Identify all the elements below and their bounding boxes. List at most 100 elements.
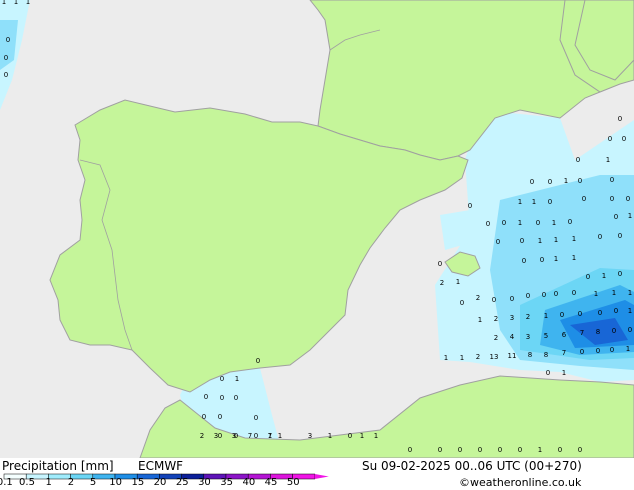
- legend-tick-label: 20: [153, 477, 167, 488]
- precipitation-value: 1: [460, 354, 464, 362]
- precipitation-value: 3: [214, 432, 218, 440]
- credit-text: ©weatheronline.co.uk: [459, 476, 582, 489]
- precipitation-value: 1: [572, 254, 576, 262]
- precipitation-value: 0: [254, 432, 258, 440]
- precipitation-value: 2: [494, 334, 498, 342]
- precipitation-value: 0: [218, 432, 222, 440]
- precipitation-value: 1: [628, 212, 632, 220]
- precipitation-value: 1: [538, 446, 542, 454]
- precipitation-value: 1: [544, 312, 548, 320]
- precipitation-value: 1: [628, 307, 632, 315]
- precipitation-value: 0: [598, 233, 602, 241]
- precipitation-value: 0: [510, 295, 514, 303]
- precipitation-value: 0: [530, 178, 534, 186]
- precipitation-value: 2: [440, 279, 444, 287]
- legend-tick-label: 10: [109, 477, 123, 488]
- precipitation-value: 3: [232, 432, 236, 440]
- precipitation-value: 4: [510, 333, 515, 341]
- legend-tick-label: 2: [67, 477, 75, 488]
- precipitation-value: 2: [200, 432, 204, 440]
- precipitation-value: 0: [540, 256, 544, 264]
- precipitation-value: 1: [554, 236, 558, 244]
- precipitation-value: 0: [612, 327, 616, 335]
- precipitation-value: 0: [526, 292, 530, 300]
- precipitation-value: 0: [518, 446, 522, 454]
- precipitation-value: 0: [522, 257, 526, 265]
- precipitation-value: 0: [536, 219, 540, 227]
- legend-tick-label: 1: [45, 477, 52, 488]
- precipitation-value: 7: [580, 329, 584, 337]
- precipitation-value: 1: [606, 156, 610, 164]
- precipitation-value: 0: [610, 195, 614, 203]
- precipitation-value: 1: [554, 255, 558, 263]
- precipitation-value: 1: [374, 432, 378, 440]
- precipitation-value: 0: [218, 413, 222, 421]
- precipitation-value: 0: [578, 310, 582, 318]
- product-title: Precipitation [mm]: [2, 459, 114, 473]
- precipitation-value: 8: [596, 328, 600, 336]
- precipitation-value: 0: [256, 357, 260, 365]
- precipitation-value: 0: [614, 307, 618, 315]
- precipitation-value: 0: [478, 446, 482, 454]
- precipitation-value: 0: [614, 213, 618, 221]
- precipitation-value: 0: [438, 446, 442, 454]
- legend-tick-label: 25: [175, 477, 189, 488]
- precipitation-value: 0: [468, 202, 472, 210]
- precipitation-value: 0: [202, 413, 206, 421]
- precipitation-value: 0: [554, 290, 558, 298]
- precipitation-value: 7: [248, 432, 252, 440]
- precipitation-value: 0: [618, 270, 622, 278]
- precipitation-value: 1: [518, 198, 522, 206]
- precipitation-value: 0: [578, 446, 582, 454]
- precipitation-value: 0: [608, 135, 612, 143]
- precipitation-value: 0: [348, 432, 352, 440]
- precipitation-value: 0: [204, 393, 208, 401]
- precipitation-value: 1: [518, 219, 522, 227]
- precipitation-value: 1: [564, 177, 568, 185]
- precipitation-value: 0: [622, 135, 626, 143]
- precipitation-value: 0: [408, 446, 412, 454]
- precipitation-value: 1: [235, 375, 239, 383]
- precipitation-value: 1: [602, 272, 606, 280]
- precipitation-value: 1: [594, 290, 598, 298]
- model-name: ECMWF: [138, 459, 184, 473]
- precipitation-value: 0: [234, 394, 238, 402]
- legend-tick-label: 15: [131, 477, 145, 488]
- legend-tick-label: 45: [264, 477, 278, 488]
- legend-tick-label: 5: [89, 477, 97, 488]
- precipitation-value: 0: [4, 54, 8, 62]
- footer-bar: Precipitation [mm] ECMWF Su 09-02-2025 0…: [0, 458, 634, 490]
- legend-ticks: 0.1 0.5 1 2 5 10 15 20 25 30 35 40 45 50: [0, 477, 340, 490]
- precipitation-value: 0: [582, 195, 586, 203]
- precipitation-value: 7: [268, 432, 272, 440]
- precipitation-value: 1: [14, 0, 18, 6]
- precipitation-value: 2: [494, 315, 498, 323]
- precipitation-value: 0: [610, 176, 614, 184]
- precipitation-value: 1: [2, 0, 6, 6]
- precipitation-value: 0: [578, 177, 582, 185]
- precipitation-value: 1: [572, 235, 576, 243]
- precipitation-value: 0: [596, 347, 600, 355]
- precipitation-value: 0: [492, 296, 496, 304]
- precipitation-value: 1: [456, 278, 460, 286]
- precipitation-value: 0: [618, 115, 622, 123]
- precipitation-value: 0: [548, 198, 552, 206]
- legend-tick-label: 0.1: [0, 477, 13, 488]
- legend-tick-label: 0.5: [19, 477, 35, 488]
- precipitation-value: 0: [520, 237, 524, 245]
- precipitation-value: 0: [438, 260, 442, 268]
- precipitation-value: 0: [498, 446, 502, 454]
- precipitation-value: 0: [502, 219, 506, 227]
- precipitation-value: 0: [220, 375, 224, 383]
- precipitation-value: 0: [598, 309, 602, 317]
- precipitation-map: 1 1 1 0 0 0 0 0 1 0 0 0 0 0 0 0 0 0 1 1 1 0 0 0 0 1 0 0 1 0 0 0 1 1 0 0 0 0 0 0…: [0, 0, 634, 458]
- precipitation-value: 0: [568, 218, 572, 226]
- precipitation-value: 13: [490, 353, 499, 361]
- precipitation-value: 0: [558, 446, 562, 454]
- precipitation-value: 8: [544, 351, 548, 359]
- precipitation-value: 1: [26, 0, 30, 6]
- precipitation-value: 1: [628, 289, 632, 297]
- precipitation-value: 0: [572, 289, 576, 297]
- precipitation-value: 3: [510, 314, 514, 322]
- precipitation-value: 0: [542, 291, 546, 299]
